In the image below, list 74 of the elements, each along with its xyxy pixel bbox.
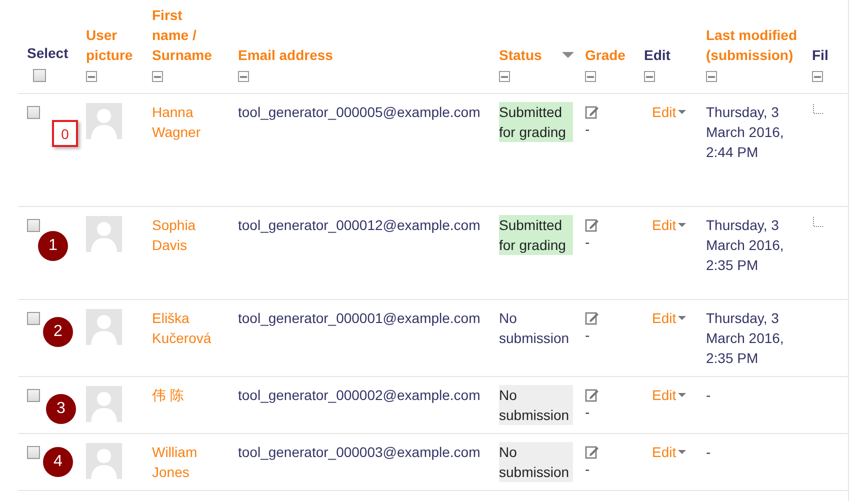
edit-grade-icon[interactable] xyxy=(585,105,599,119)
user-name-link[interactable]: Eliška Kučerová xyxy=(152,308,216,348)
callout-number: 3 xyxy=(46,394,76,424)
edit-menu-link[interactable]: Edit xyxy=(652,215,686,235)
last-modified-text: Thursday, 3 March 2016, 2:35 PM xyxy=(706,216,785,275)
avatar-icon xyxy=(86,443,122,479)
column-header: Edit xyxy=(644,46,670,65)
callout-number: 2 xyxy=(43,317,73,347)
column-header[interactable]: Status xyxy=(499,45,542,65)
column-header[interactable]: Grade xyxy=(585,45,626,65)
last-modified-text: - xyxy=(706,443,712,462)
email-text: tool_generator_000012@example.com xyxy=(238,217,480,233)
collapse-icon[interactable] xyxy=(812,71,823,82)
grade-value: - xyxy=(585,233,591,252)
user-name-link[interactable]: William Jones xyxy=(152,442,216,482)
collapse-icon[interactable] xyxy=(238,71,249,82)
collapse-icon[interactable] xyxy=(644,71,655,82)
row-checkbox[interactable] xyxy=(27,106,40,119)
callout-number: 4 xyxy=(43,447,73,477)
email-text: tool_generator_000001@example.com xyxy=(238,310,480,326)
edit-grade-icon[interactable] xyxy=(585,218,599,232)
collapse-icon[interactable] xyxy=(499,71,510,82)
caret-icon xyxy=(678,316,686,320)
status-text: No submission xyxy=(499,442,573,482)
column-header[interactable]: Last modified (submission) xyxy=(706,25,798,65)
user-name-link[interactable]: Sophia Davis xyxy=(152,215,216,255)
avatar-icon xyxy=(86,216,122,252)
caret-icon xyxy=(678,450,686,454)
column-header[interactable]: Email address xyxy=(238,45,333,65)
status-text: No submission xyxy=(499,385,573,425)
collapse-icon[interactable] xyxy=(585,71,596,82)
row-checkbox[interactable] xyxy=(27,219,40,232)
grade-value: - xyxy=(585,403,591,422)
row-checkbox[interactable] xyxy=(27,389,40,402)
select-all-checkbox[interactable] xyxy=(33,69,46,82)
callout-number: 1 xyxy=(38,231,68,261)
column-header[interactable]: User picture xyxy=(86,25,146,65)
edit-menu-link[interactable]: Edit xyxy=(652,308,686,328)
email-text: tool_generator_000002@example.com xyxy=(238,387,480,403)
email-text: tool_generator_000003@example.com xyxy=(238,444,480,460)
edit-grade-icon[interactable] xyxy=(585,388,599,402)
edit-grade-icon[interactable] xyxy=(585,445,599,459)
user-name-link[interactable]: 伟 陈 xyxy=(152,385,216,405)
status-text: No submission xyxy=(499,309,570,348)
avatar-icon xyxy=(86,386,122,422)
last-modified-text: Thursday, 3 March 2016, 2:35 PM xyxy=(706,309,785,368)
edit-grade-icon[interactable] xyxy=(585,311,599,325)
column-header: Select xyxy=(27,44,68,63)
edit-menu-link[interactable]: Edit xyxy=(652,442,686,462)
avatar-icon xyxy=(86,103,122,139)
column-header[interactable]: First name / Surname xyxy=(152,5,214,65)
avatar-icon xyxy=(86,309,122,345)
row-checkbox[interactable] xyxy=(27,446,40,459)
callout-label: 0 xyxy=(52,120,78,147)
status-text: Submitted for grading xyxy=(499,102,573,142)
caret-icon xyxy=(678,223,686,227)
status-text: Submitted for grading xyxy=(499,215,573,255)
last-modified-text: - xyxy=(706,386,712,405)
email-text: tool_generator_000005@example.com xyxy=(238,104,480,120)
edit-menu-link[interactable]: Edit xyxy=(652,102,686,122)
edit-menu-link[interactable]: Edit xyxy=(652,385,686,405)
grade-value: - xyxy=(585,120,591,139)
sort-caret-icon[interactable] xyxy=(562,52,574,58)
grade-value: - xyxy=(585,326,591,345)
collapse-icon[interactable] xyxy=(152,71,163,82)
collapse-icon[interactable] xyxy=(706,71,717,82)
column-header: Fil xyxy=(812,46,828,65)
caret-icon xyxy=(678,110,686,114)
row-checkbox[interactable] xyxy=(27,312,40,325)
grade-value: - xyxy=(585,460,591,479)
collapse-icon[interactable] xyxy=(86,71,97,82)
user-name-link[interactable]: Hanna Wagner xyxy=(152,102,216,142)
caret-icon xyxy=(678,393,686,397)
last-modified-text: Thursday, 3 March 2016, 2:44 PM xyxy=(706,103,785,162)
